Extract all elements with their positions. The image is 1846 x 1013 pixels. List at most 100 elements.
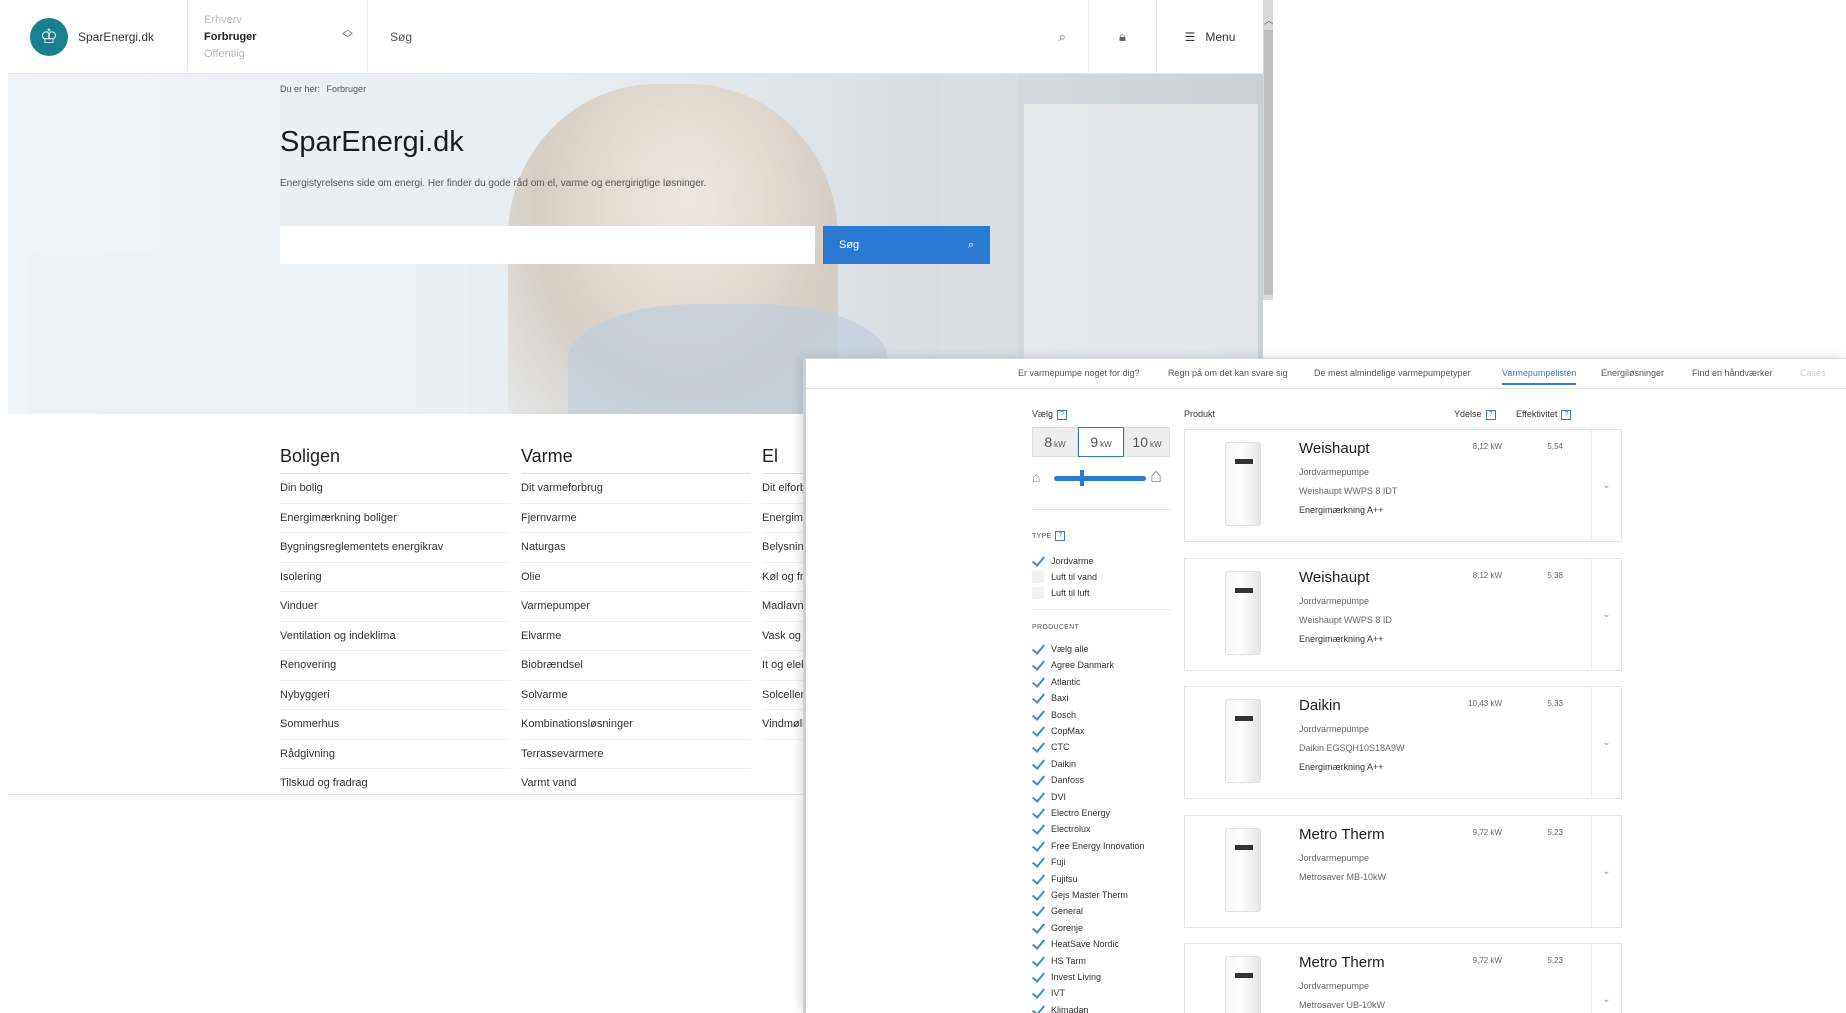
column-link[interactable]: Nybyggeri xyxy=(280,681,510,710)
producer-checkbox[interactable]: Vælg alle xyxy=(1032,642,1089,656)
producer-checkbox[interactable]: Fujitsu xyxy=(1032,872,1078,886)
column-link[interactable]: Terrassevarmere xyxy=(521,740,751,769)
column-link[interactable]: Biobrændsel xyxy=(521,651,751,681)
column-link[interactable]: Varmt vand xyxy=(521,769,751,795)
column-link[interactable]: Energimærkning boliger xyxy=(280,504,510,533)
slider-track[interactable] xyxy=(1054,476,1146,481)
type-filter-label: TYPE? xyxy=(1032,531,1066,541)
producer-checkbox[interactable]: Fuji xyxy=(1032,855,1066,869)
producer-checkbox[interactable]: Agree Danmark xyxy=(1032,658,1114,672)
help-icon[interactable]: ? xyxy=(1561,409,1572,420)
tab-cases[interactable]: Cases xyxy=(1800,368,1826,378)
producer-checkbox[interactable]: HS Tarm xyxy=(1032,954,1086,968)
chevron-down-icon[interactable]: ⌄ xyxy=(1591,687,1621,798)
breadcrumb-current[interactable]: Forbruger xyxy=(327,84,367,94)
column-link[interactable]: Olie xyxy=(521,563,751,592)
product-card[interactable]: Metro Therm Jordvarmepumpe Metrosaver UB-1… xyxy=(1184,943,1622,1013)
producer-checkbox[interactable]: Bosch xyxy=(1032,708,1076,722)
producer-checkbox[interactable]: HeatSave Nordic xyxy=(1032,937,1119,951)
product-card[interactable]: Daikin Jordvarmepumpe Daikin EGSQH10S18A9W… xyxy=(1184,686,1622,799)
type-checkbox[interactable]: Luft til vand xyxy=(1032,570,1097,584)
breadcrumb-prefix: Du er her: xyxy=(280,84,321,94)
search-icon[interactable]: ⌕ xyxy=(1059,29,1066,45)
kw-option-8[interactable]: 8 kW xyxy=(1032,427,1078,457)
column-link[interactable]: Varmepumper xyxy=(521,592,751,622)
tab-energiloesninger[interactable]: Energiløsninger xyxy=(1601,368,1664,378)
column-link[interactable]: Ventilation og indeklima xyxy=(280,622,510,651)
producer-checkbox[interactable]: General xyxy=(1032,904,1083,918)
product-output: 8,12 kW xyxy=(1472,442,1502,451)
column-link[interactable]: Dit varmeforbrug xyxy=(521,474,751,504)
tab-varmepumpetyper[interactable]: De mest almindelige varmepumpetyper xyxy=(1314,368,1471,378)
logo-text: SparEnergi.dk xyxy=(78,29,155,44)
segment-offentlig[interactable]: Offentlig xyxy=(204,46,351,63)
header-search[interactable]: Søg ⌕ xyxy=(368,0,1089,73)
chevron-up-icon[interactable]: ︿ xyxy=(1264,12,1273,27)
column-link[interactable]: Elvarme xyxy=(521,622,751,651)
producer-checkbox[interactable]: DVI xyxy=(1032,790,1066,804)
producer-checkbox[interactable]: Danfoss xyxy=(1032,773,1084,787)
producer-checkbox[interactable]: Baxi xyxy=(1032,691,1069,705)
producer-checkbox[interactable]: CTC xyxy=(1032,740,1070,754)
column-link[interactable]: Naturgas xyxy=(521,533,751,563)
chevron-down-icon[interactable]: ⌄ xyxy=(1591,944,1621,1013)
producer-checkbox[interactable]: Klimadan xyxy=(1032,1003,1089,1013)
producer-checkbox[interactable]: Invest Living xyxy=(1032,970,1101,984)
column-link[interactable]: Bygningsreglementets energikrav xyxy=(280,533,510,563)
type-checkbox[interactable]: Luft til luft xyxy=(1032,586,1090,600)
column-link[interactable]: Solvarme xyxy=(521,681,751,710)
product-image xyxy=(1225,699,1261,783)
chevron-down-icon[interactable]: ⌄ xyxy=(1591,558,1621,670)
column-link[interactable]: Rådgivning xyxy=(280,740,510,769)
column-link[interactable]: Vinduer xyxy=(280,592,510,622)
column-link[interactable]: Sommerhus xyxy=(280,710,510,740)
type-checkbox[interactable]: Jordvarme xyxy=(1032,554,1094,568)
producer-checkbox[interactable]: Daikin xyxy=(1032,757,1076,771)
scrollbar-thumb[interactable] xyxy=(1264,30,1273,295)
producer-checkbox[interactable]: CopMax xyxy=(1032,724,1085,738)
audience-selector[interactable]: Erhverv Forbruger Offentlig ︿ ﹀ xyxy=(188,0,368,73)
column-link[interactable]: Kombinationsløsninger xyxy=(521,710,751,740)
column-link[interactable]: Din bolig xyxy=(280,474,510,504)
product-card[interactable]: Metro Therm Jordvarmepumpe Metrosaver MB-1… xyxy=(1184,814,1622,928)
producer-label: Atlantic xyxy=(1051,676,1081,687)
chevron-down-icon[interactable]: ⌄ xyxy=(1591,815,1621,927)
help-icon[interactable]: ? xyxy=(1055,531,1066,541)
checkmark-icon xyxy=(1032,774,1044,786)
segment-forbruger[interactable]: Forbruger xyxy=(204,29,351,46)
hero-search-button[interactable]: Søg ⌕ xyxy=(823,226,990,264)
producer-checkbox[interactable]: Gorenje xyxy=(1032,921,1083,935)
kw-option-9[interactable]: 9 kW xyxy=(1078,427,1124,457)
tab-regn-paa[interactable]: Regn på om det kan svare sig xyxy=(1168,368,1288,378)
help-icon[interactable]: ? xyxy=(1057,409,1068,420)
producer-checkbox[interactable]: Electro Energy xyxy=(1032,806,1110,820)
logo[interactable]: ♔ SparEnergi.dk xyxy=(8,0,188,73)
column-link[interactable]: Tilskud og fradrag xyxy=(280,769,510,795)
kw-option-10[interactable]: 10 kW xyxy=(1124,427,1170,457)
slider-handle[interactable] xyxy=(1080,470,1084,486)
product-card[interactable]: Weishaupt Jordvarmepumpe Weishaupt WWPS 8 … xyxy=(1184,557,1622,671)
tab-varmepumpelisten[interactable]: Varmepumpelisten xyxy=(1502,368,1577,385)
tab-find-haandvaerker[interactable]: Find en håndværker xyxy=(1692,368,1773,378)
house-size-slider[interactable]: ⌂ ⌂ xyxy=(1032,465,1172,489)
producer-checkbox[interactable]: Free Energy Innovation xyxy=(1032,839,1145,853)
segment-erhverv[interactable]: Erhverv xyxy=(204,12,351,29)
column-link[interactable]: Isolering xyxy=(280,563,510,592)
producer-checkbox[interactable]: Electrolux xyxy=(1032,822,1091,836)
tab-er-varmepumpe[interactable]: Er varmepumpe noget for dig? xyxy=(1018,368,1140,378)
producer-checkbox[interactable]: Gejs Master Therm xyxy=(1032,888,1128,902)
checkmark-icon xyxy=(1032,873,1044,885)
checkmark-icon xyxy=(1032,922,1044,934)
column-link[interactable]: Renovering xyxy=(280,651,510,681)
producer-checkbox[interactable]: Atlantic xyxy=(1032,675,1081,689)
product-card[interactable]: Weishaupt Jordvarmepumpe Weishaupt WWPS 8 … xyxy=(1184,429,1622,542)
menu-button[interactable]: ☰ Menu xyxy=(1157,0,1263,73)
chevron-down-icon[interactable]: ⌄ xyxy=(1591,430,1621,541)
scrollbar[interactable]: ︿ xyxy=(1263,0,1273,300)
lock-icon[interactable]: 🔒︎ xyxy=(1089,0,1157,73)
chevron-up-down-icon[interactable]: ︿ ﹀ xyxy=(342,25,353,45)
column-link[interactable]: Fjernvarme xyxy=(521,504,751,533)
producer-checkbox[interactable]: IVT xyxy=(1032,986,1065,1000)
help-icon[interactable]: ? xyxy=(1485,409,1496,420)
hero-search-input[interactable] xyxy=(280,226,815,264)
